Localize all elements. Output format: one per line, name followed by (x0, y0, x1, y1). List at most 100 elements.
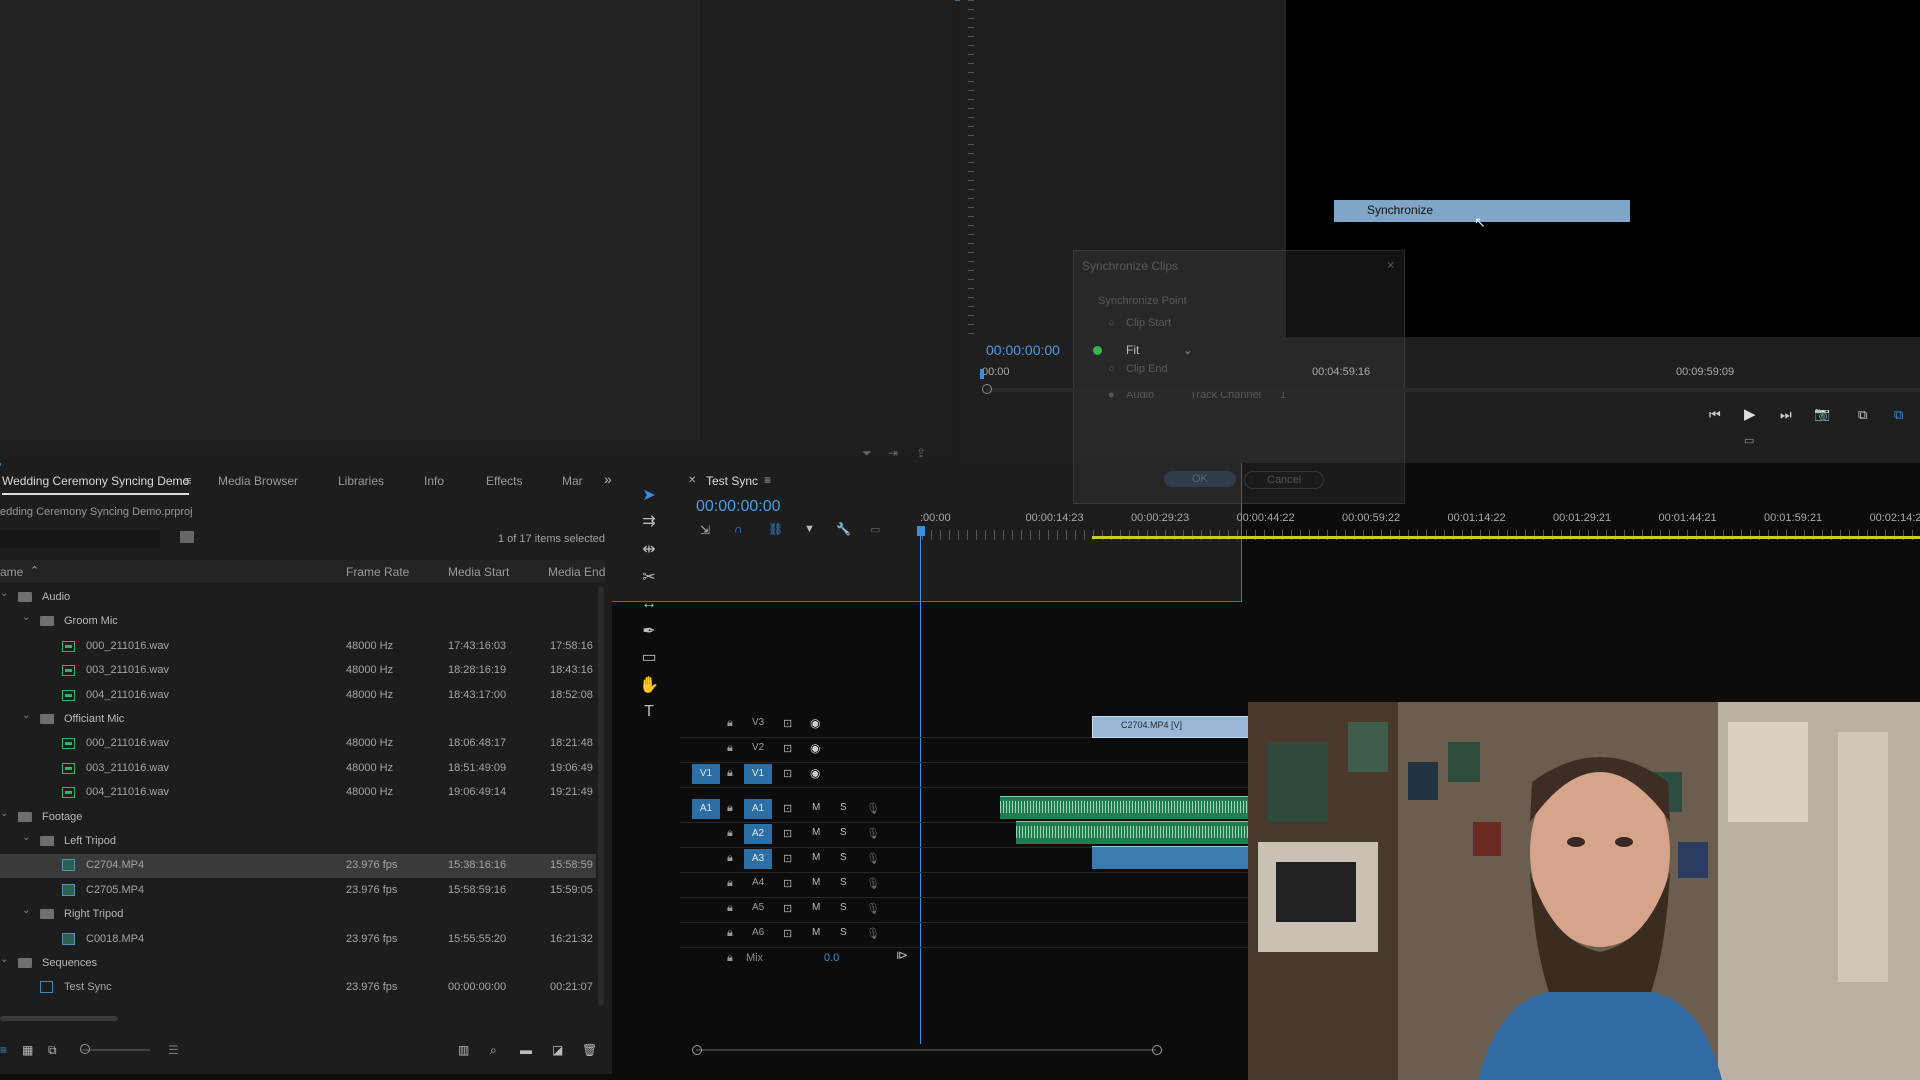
track-label[interactable]: A5 (752, 902, 764, 913)
panel-menu-icon[interactable]: ≡ (184, 473, 192, 488)
selection-tool-icon[interactable]: ➤ (639, 486, 659, 506)
sort-icons-icon[interactable]: ☰ (168, 1043, 179, 1057)
project-item-row[interactable]: 003_211016.wav 48000 Hz 18:28:16:19 18:43:1… (0, 659, 596, 683)
eye-icon[interactable]: ◉ (810, 741, 820, 755)
disclosure-chevron-icon[interactable]: ⌄ (22, 832, 30, 843)
lock-icon[interactable]: 🔒︎ (727, 742, 733, 755)
add-marker-icon[interactable]: ▼ (804, 523, 815, 535)
new-item-icon[interactable]: ◪ (552, 1043, 563, 1057)
play-icon[interactable]: ▶ (1744, 405, 1756, 423)
audio-clip-a3[interactable] (1092, 846, 1248, 869)
disclosure-chevron-icon[interactable]: ⌄ (22, 905, 30, 916)
audio-clip-a1[interactable] (1000, 796, 1248, 819)
track-select-tool-icon[interactable]: ⇉ (639, 512, 659, 532)
playhead-icon[interactable] (980, 369, 984, 379)
track-label[interactable]: V3 (752, 717, 764, 728)
track-label[interactable]: A6 (752, 927, 764, 938)
source-patch-a1[interactable]: A1 (692, 799, 720, 819)
new-bin-search-icon[interactable] (180, 531, 194, 543)
scroll-handle-right-icon[interactable] (1152, 1045, 1162, 1055)
ok-button[interactable]: OK (1164, 471, 1236, 487)
timeline-tab[interactable]: Test Sync (706, 474, 758, 488)
lock-icon[interactable]: 🔒︎ (727, 927, 733, 940)
microphone-icon[interactable]: 🎙︎ (866, 902, 880, 915)
solo-button[interactable]: S (840, 902, 847, 913)
clip-end-radio[interactable]: ○ (1108, 363, 1115, 375)
export-icon[interactable]: ⇪ (916, 446, 926, 460)
track-target-a3[interactable]: A3 (744, 849, 772, 869)
disclosure-chevron-icon[interactable]: ⌄ (22, 612, 30, 623)
ripple-edit-tool-icon[interactable]: ⇹ (639, 540, 659, 560)
microphone-icon[interactable]: 🎙︎ (866, 877, 880, 890)
solo-button[interactable]: S (840, 927, 847, 938)
project-item-row[interactable]: 004_211016.wav 48000 Hz 19:06:49:14 19:21:4… (0, 781, 596, 805)
lock-icon[interactable]: 🔒︎ (727, 952, 733, 965)
disclosure-chevron-icon[interactable]: ⌄ (22, 710, 30, 721)
column-media-start[interactable]: Media Start (448, 565, 509, 579)
sync-lock-icon[interactable]: ⊡ (783, 717, 792, 730)
track-label[interactable]: V2 (752, 742, 764, 753)
step-back-icon[interactable]: ⏮ (1709, 407, 1721, 423)
disclosure-chevron-icon[interactable]: ⌄ (0, 808, 8, 819)
tab-libraries[interactable]: Libraries (338, 474, 384, 488)
lock-icon[interactable]: 🔒︎ (727, 877, 733, 890)
project-item-row[interactable]: C2705.MP4 23.976 fps 15:58:59:16 15:59:05 (0, 879, 596, 903)
track-target-a2[interactable]: A2 (744, 824, 772, 844)
timeline-playhead-icon[interactable] (917, 526, 925, 536)
mute-button[interactable]: M (812, 902, 820, 913)
insert-icon[interactable]: ⇥ (888, 446, 898, 460)
close-tab-icon[interactable]: ✕ (688, 475, 696, 486)
sync-lock-icon[interactable]: ⊡ (783, 802, 792, 815)
column-frame-rate[interactable]: Frame Rate (346, 565, 409, 579)
mute-button[interactable]: M (812, 802, 820, 813)
mute-button[interactable]: M (812, 877, 820, 888)
track-label[interactable]: A4 (752, 877, 764, 888)
tab-project[interactable]: Wedding Ceremony Syncing Demo (2, 474, 190, 495)
microphone-icon[interactable]: 🎙︎ (866, 827, 880, 840)
lock-icon[interactable]: 🔒︎ (727, 852, 733, 865)
search-input[interactable] (0, 530, 160, 548)
solo-button[interactable]: S (840, 827, 847, 838)
project-item-row[interactable]: 003_211016.wav 48000 Hz 18:51:49:09 19:06:4… (0, 757, 596, 781)
microphone-icon[interactable]: 🎙︎ (866, 802, 880, 815)
cancel-button[interactable]: Cancel (1244, 471, 1325, 489)
project-item-row[interactable]: 000_211016.wav 48000 Hz 18:06:48:17 18:21:4… (0, 732, 596, 756)
bin-row[interactable]: ⌄ Footage (0, 806, 596, 830)
bin-row[interactable]: ⌄ Sequences (0, 952, 596, 976)
mute-button[interactable]: M (812, 852, 820, 863)
timeline-menu-icon[interactable]: ≡ (764, 473, 771, 487)
project-vertical-scrollbar[interactable] (598, 586, 604, 1006)
track-target-v1[interactable]: V1 (744, 764, 772, 784)
tab-markers[interactable]: Mar (562, 474, 583, 488)
type-tool-icon[interactable]: T (639, 702, 659, 722)
program-timecode[interactable]: 00:00:00:00 (986, 342, 1060, 358)
dialog-close-icon[interactable]: ✕ (1386, 259, 1395, 272)
tab-info[interactable]: Info (424, 474, 444, 488)
zoom-handle-icon[interactable] (982, 384, 992, 394)
automate-to-sequence-icon[interactable]: ▥ (458, 1043, 469, 1057)
column-media-end[interactable]: Media End (548, 565, 605, 579)
mute-button[interactable]: M (812, 827, 820, 838)
timeline-timecode[interactable]: 00:00:00:00 (696, 498, 781, 516)
go-to-end-icon[interactable]: ⧐ (896, 948, 908, 962)
solo-button[interactable]: S (840, 852, 847, 863)
disclosure-chevron-icon[interactable]: ⌄ (0, 954, 8, 965)
list-view-icon[interactable]: ≡ (0, 1043, 7, 1057)
track-target-a1[interactable]: A1 (744, 799, 772, 819)
sync-lock-icon[interactable]: ⊡ (783, 902, 792, 915)
slip-tool-icon[interactable]: ↔ (639, 594, 659, 614)
sync-lock-icon[interactable]: ⊡ (783, 927, 792, 940)
clip-start-radio[interactable]: ○ (1108, 317, 1115, 329)
eye-icon[interactable]: ◉ (810, 716, 820, 730)
microphone-icon[interactable]: 🎙︎ (866, 852, 880, 865)
sync-lock-icon[interactable]: ⊡ (783, 742, 792, 755)
find-icon[interactable]: ⌕ (490, 1043, 497, 1058)
sync-lock-icon[interactable]: ⊡ (783, 767, 792, 780)
lock-icon[interactable]: 🔒︎ (727, 717, 733, 730)
tab-media-browser[interactable]: Media Browser (218, 474, 298, 488)
disclosure-chevron-icon[interactable]: ⌄ (0, 588, 8, 599)
rectangle-tool-icon[interactable]: ▭ (639, 648, 659, 668)
zoom-slider-handle-icon[interactable] (80, 1044, 90, 1054)
settings-wrench-icon[interactable]: 🔧 (836, 522, 851, 536)
linked-selection-icon[interactable]: ⛓ (768, 522, 783, 536)
